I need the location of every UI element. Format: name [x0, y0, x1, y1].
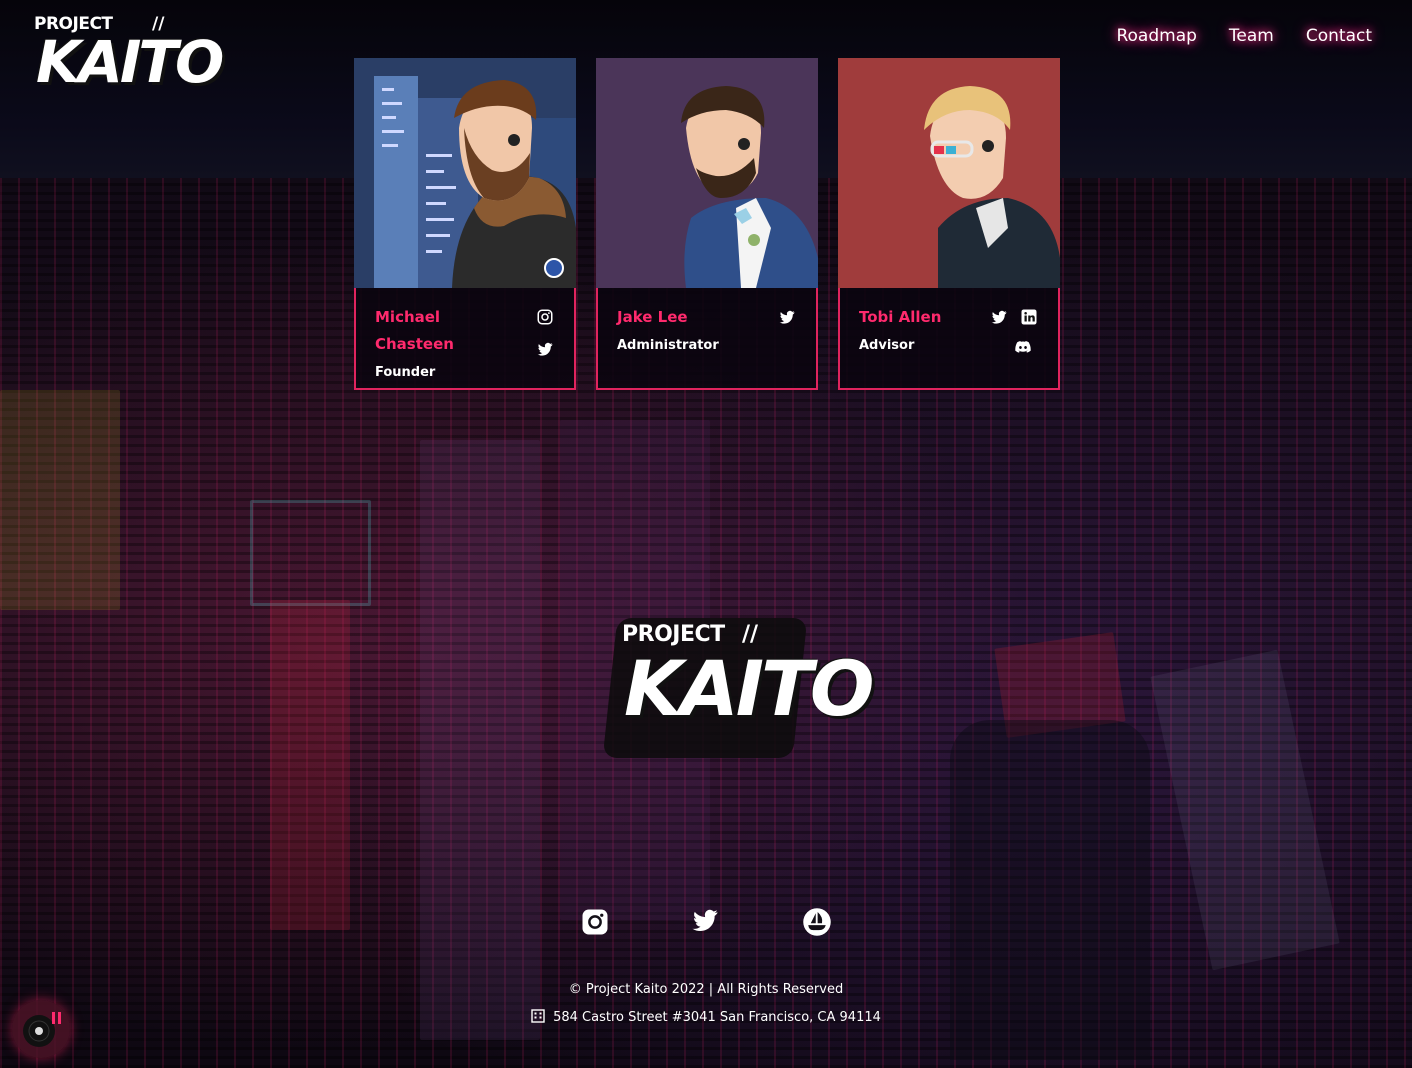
member-socials	[494, 308, 554, 378]
vinyl-record-icon	[23, 1012, 61, 1047]
music-toggle-button[interactable]	[12, 1000, 70, 1058]
address-line: 584 Castro Street #3041 San Francisco, C…	[0, 1009, 1412, 1025]
nav-contact-link[interactable]: Contact	[1306, 26, 1372, 46]
address-text: 584 Castro Street #3041 San Francisco, C…	[553, 1010, 881, 1025]
background-sign	[0, 390, 120, 610]
main-nav: Roadmap Team Contact	[1116, 26, 1372, 46]
team-section: Michael Chasteen Founder Jake Lee Admini…	[354, 58, 1060, 390]
instagram-icon[interactable]	[580, 907, 610, 937]
linkedin-icon[interactable]	[1020, 308, 1038, 326]
page: PROJECT // KAITO Roadmap Team Contact Mi…	[0, 0, 1412, 1068]
team-card: Tobi Allen Advisor	[838, 58, 1060, 390]
instagram-icon[interactable]	[536, 308, 554, 326]
building-icon	[531, 1009, 545, 1023]
portrait-tobi	[838, 58, 1060, 288]
opensea-icon[interactable]	[802, 907, 832, 937]
twitter-icon[interactable]	[778, 308, 796, 326]
member-name-text: Tobi Allen	[859, 308, 942, 326]
member-socials	[978, 308, 1038, 378]
team-card-info: Tobi Allen Advisor	[838, 288, 1060, 390]
team-card: Michael Chasteen Founder	[354, 58, 576, 390]
portrait-illustration	[596, 58, 818, 288]
copyright-text: © Project Kaito 2022 | All Rights Reserv…	[568, 982, 844, 997]
footer-logo[interactable]: PROJECT // KAITO	[610, 618, 874, 758]
twitter-icon[interactable]	[990, 308, 1008, 326]
twitter-icon[interactable]	[690, 905, 720, 935]
background-building	[420, 440, 540, 1040]
member-role-text: Advisor	[859, 338, 915, 353]
footer-socials	[580, 905, 840, 941]
member-name-text: Jake Lee	[617, 308, 688, 326]
twitter-icon[interactable]	[536, 340, 554, 358]
member-socials	[736, 308, 796, 378]
header-logo[interactable]: PROJECT // KAITO	[32, 14, 224, 114]
team-card: Jake Lee Administrator	[596, 58, 818, 390]
member-name-text: Michael Chasteen	[375, 308, 454, 353]
member-role-text: Administrator	[617, 338, 719, 353]
logo-kaito-text: KAITO	[36, 28, 224, 96]
logo-kaito-text: KAITO	[624, 644, 874, 733]
team-card-info: Michael Chasteen Founder	[354, 288, 576, 390]
portrait-michael	[354, 58, 576, 288]
portrait-jake	[596, 58, 818, 288]
portrait-illustration	[838, 58, 1060, 288]
portrait-illustration	[354, 58, 576, 288]
discord-icon[interactable]	[1014, 338, 1032, 356]
nav-roadmap-link[interactable]: Roadmap	[1116, 26, 1196, 46]
nav-team-link[interactable]: Team	[1229, 26, 1274, 46]
member-role-text: Founder	[375, 365, 436, 380]
background-building	[270, 600, 350, 930]
background-sign	[250, 500, 371, 606]
team-card-info: Jake Lee Administrator	[596, 288, 818, 390]
